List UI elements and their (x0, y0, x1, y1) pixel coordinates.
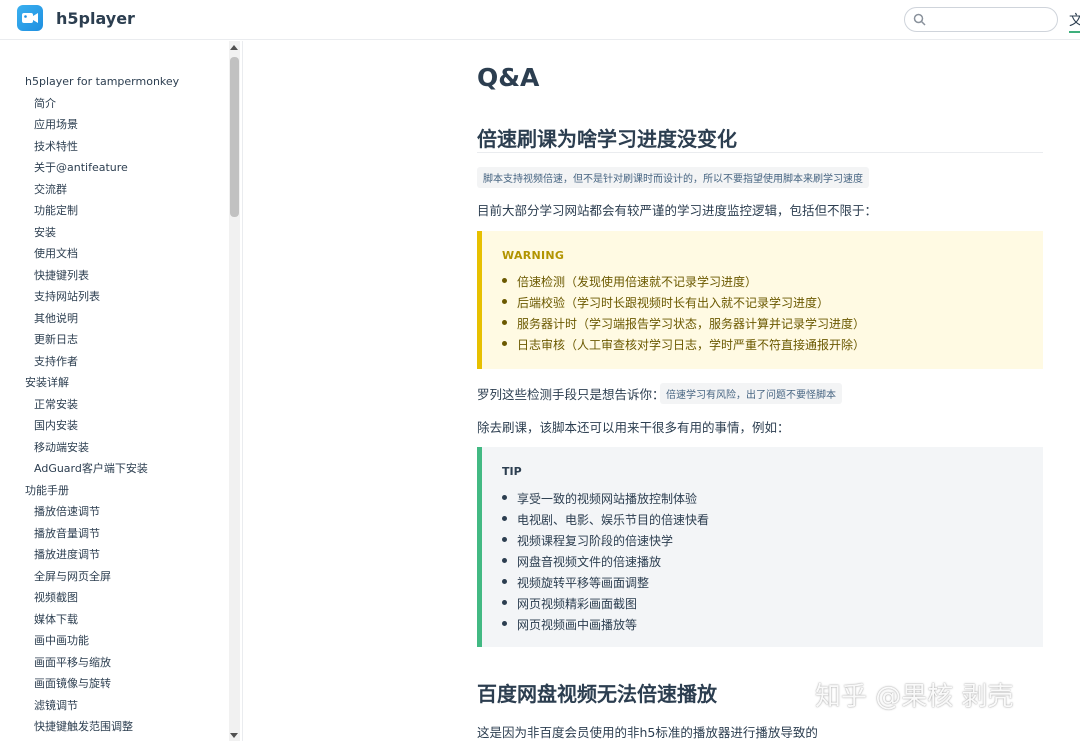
sidebar-link[interactable]: 快捷键触发范围调整 (0, 716, 230, 738)
scroll-down-arrow-icon[interactable] (230, 733, 238, 738)
sidebar-link[interactable]: 应用场景 (0, 114, 230, 136)
search-box[interactable] (904, 7, 1058, 32)
inline-code-risk: 倍速学习有风险，出了问题不要怪脚本 (660, 383, 842, 404)
sidebar: h5player for tampermonkey 简介 应用场景 技术特性 关于@an… (0, 41, 243, 741)
conclusion-text: 罗列这些检测手段只是想告诉你： (477, 387, 665, 402)
conclusion-paragraph: 罗列这些检测手段只是想告诉你： (477, 384, 665, 403)
sidebar-group-heading[interactable]: 功能手册 (0, 480, 230, 502)
other-uses-paragraph: 除去刷课，该脚本还可以用来干很多有用的事情，例如： (477, 420, 790, 435)
warning-list-item: 日志审核（人工审查核对学习日志，学时严重不符直接通报开除） (502, 335, 865, 356)
sidebar-link[interactable]: AdGuard客户端下安装 (0, 458, 230, 480)
sidebar-link[interactable]: 关于@antifeature (0, 157, 230, 179)
tip-list-item: 享受一致的视频网站播放控制体验 (502, 489, 709, 510)
search-icon (913, 13, 926, 26)
sidebar-link[interactable]: 移动端安装 (0, 437, 230, 459)
inline-code-note: 脚本支持视频倍速，但不是针对刷课时而设计的，所以不要指望使用脚本来刷学习速度 (477, 167, 869, 188)
sidebar-link[interactable]: 播放音量调节 (0, 523, 230, 545)
tip-list-item: 视频课程复习阶段的倍速快学 (502, 531, 709, 552)
tip-list-item: 电视剧、电影、娱乐节目的倍速快看 (502, 510, 709, 531)
navbar: h5player 文 (0, 0, 1080, 40)
sidebar-link[interactable]: 播放进度调节 (0, 544, 230, 566)
warning-list-item: 服务器计时（学习端报告学习状态，服务器计算并记录学习进度） (502, 314, 865, 335)
sidebar-link[interactable]: 快捷键列表 (0, 265, 230, 287)
site-logo-icon[interactable] (17, 5, 43, 31)
sidebar-group-heading[interactable]: 安装详解 (0, 372, 230, 394)
sidebar-link[interactable]: 使用文档 (0, 243, 230, 265)
tip-title: TIP (502, 465, 522, 478)
page-title: Q&A (477, 63, 540, 92)
section-heading-speed-course: 倍速刷课为啥学习进度没变化 (477, 127, 737, 151)
sidebar-link[interactable]: 播放倍速调节 (0, 501, 230, 523)
sidebar-link[interactable]: 画面平移与缩放 (0, 652, 230, 674)
intro-paragraph: 目前大部分学习网站都会有较严谨的学习进度监控逻辑，包括但不限于： (477, 203, 878, 218)
sidebar-link[interactable]: 交流群 (0, 179, 230, 201)
sidebar-link[interactable]: 支持网站列表 (0, 286, 230, 308)
sidebar-link[interactable]: 全屏与网页全屏 (0, 566, 230, 588)
sidebar-link[interactable]: 支持作者 (0, 351, 230, 373)
sidebar-nav: h5player for tampermonkey 简介 应用场景 技术特性 关于@an… (0, 71, 230, 738)
scroll-up-arrow-icon[interactable] (230, 45, 238, 50)
sidebar-link[interactable]: 安装 (0, 222, 230, 244)
site-name[interactable]: h5player (56, 9, 135, 28)
sidebar-link[interactable]: 正常安装 (0, 394, 230, 416)
sidebar-link[interactable]: 功能定制 (0, 200, 230, 222)
sidebar-link[interactable]: 技术特性 (0, 136, 230, 158)
warning-box: WARNING 倍速检测（发现使用倍速就不记录学习进度） 后端校验（学习时长跟视频… (477, 231, 1043, 369)
tip-list-item: 网盘音视频文件的倍速播放 (502, 552, 709, 573)
warning-list-item: 倍速检测（发现使用倍速就不记录学习进度） (502, 272, 865, 293)
sidebar-link[interactable]: 简介 (0, 93, 230, 115)
sidebar-link[interactable]: 视频截图 (0, 587, 230, 609)
warning-list: 倍速检测（发现使用倍速就不记录学习进度） 后端校验（学习时长跟视频时长有出入就不记… (502, 272, 865, 356)
tip-list-item: 网页视频画中画播放等 (502, 615, 709, 636)
section-heading-baidu: 百度网盘视频无法倍速播放 (477, 682, 717, 706)
sidebar-link[interactable]: 画中画功能 (0, 630, 230, 652)
warning-title: WARNING (502, 249, 565, 262)
tip-list-item: 网页视频精彩画面截图 (502, 594, 709, 615)
heading-divider (477, 152, 1043, 153)
sidebar-link[interactable]: 画面镜像与旋转 (0, 673, 230, 695)
sidebar-link[interactable]: 国内安装 (0, 415, 230, 437)
sidebar-link[interactable]: 媒体下载 (0, 609, 230, 631)
baidu-paragraph: 这是因为非百度会员使用的非h5标准的播放器进行播放导致的 (477, 725, 818, 740)
language-link[interactable]: 文 (1069, 10, 1080, 30)
tip-box: TIP 享受一致的视频网站播放控制体验 电视剧、电影、娱乐节目的倍速快看 视频课程复… (477, 447, 1043, 647)
warning-list-item: 后端校验（学习时长跟视频时长有出入就不记录学习进度） (502, 293, 865, 314)
sidebar-link[interactable]: 其他说明 (0, 308, 230, 330)
language-link-underline (1069, 31, 1080, 33)
zhihu-watermark: 知乎 @果核 剥壳 (815, 682, 1014, 712)
tip-list: 享受一致的视频网站播放控制体验 电视剧、电影、娱乐节目的倍速快看 视频课程复习阶段的… (502, 489, 709, 636)
sidebar-link[interactable]: 滤镜调节 (0, 695, 230, 717)
tip-list-item: 视频旋转平移等画面调整 (502, 573, 709, 594)
sidebar-link[interactable]: 更新日志 (0, 329, 230, 351)
sidebar-group-heading[interactable]: h5player for tampermonkey (0, 71, 230, 93)
sidebar-scrollbar-thumb[interactable] (230, 57, 239, 217)
